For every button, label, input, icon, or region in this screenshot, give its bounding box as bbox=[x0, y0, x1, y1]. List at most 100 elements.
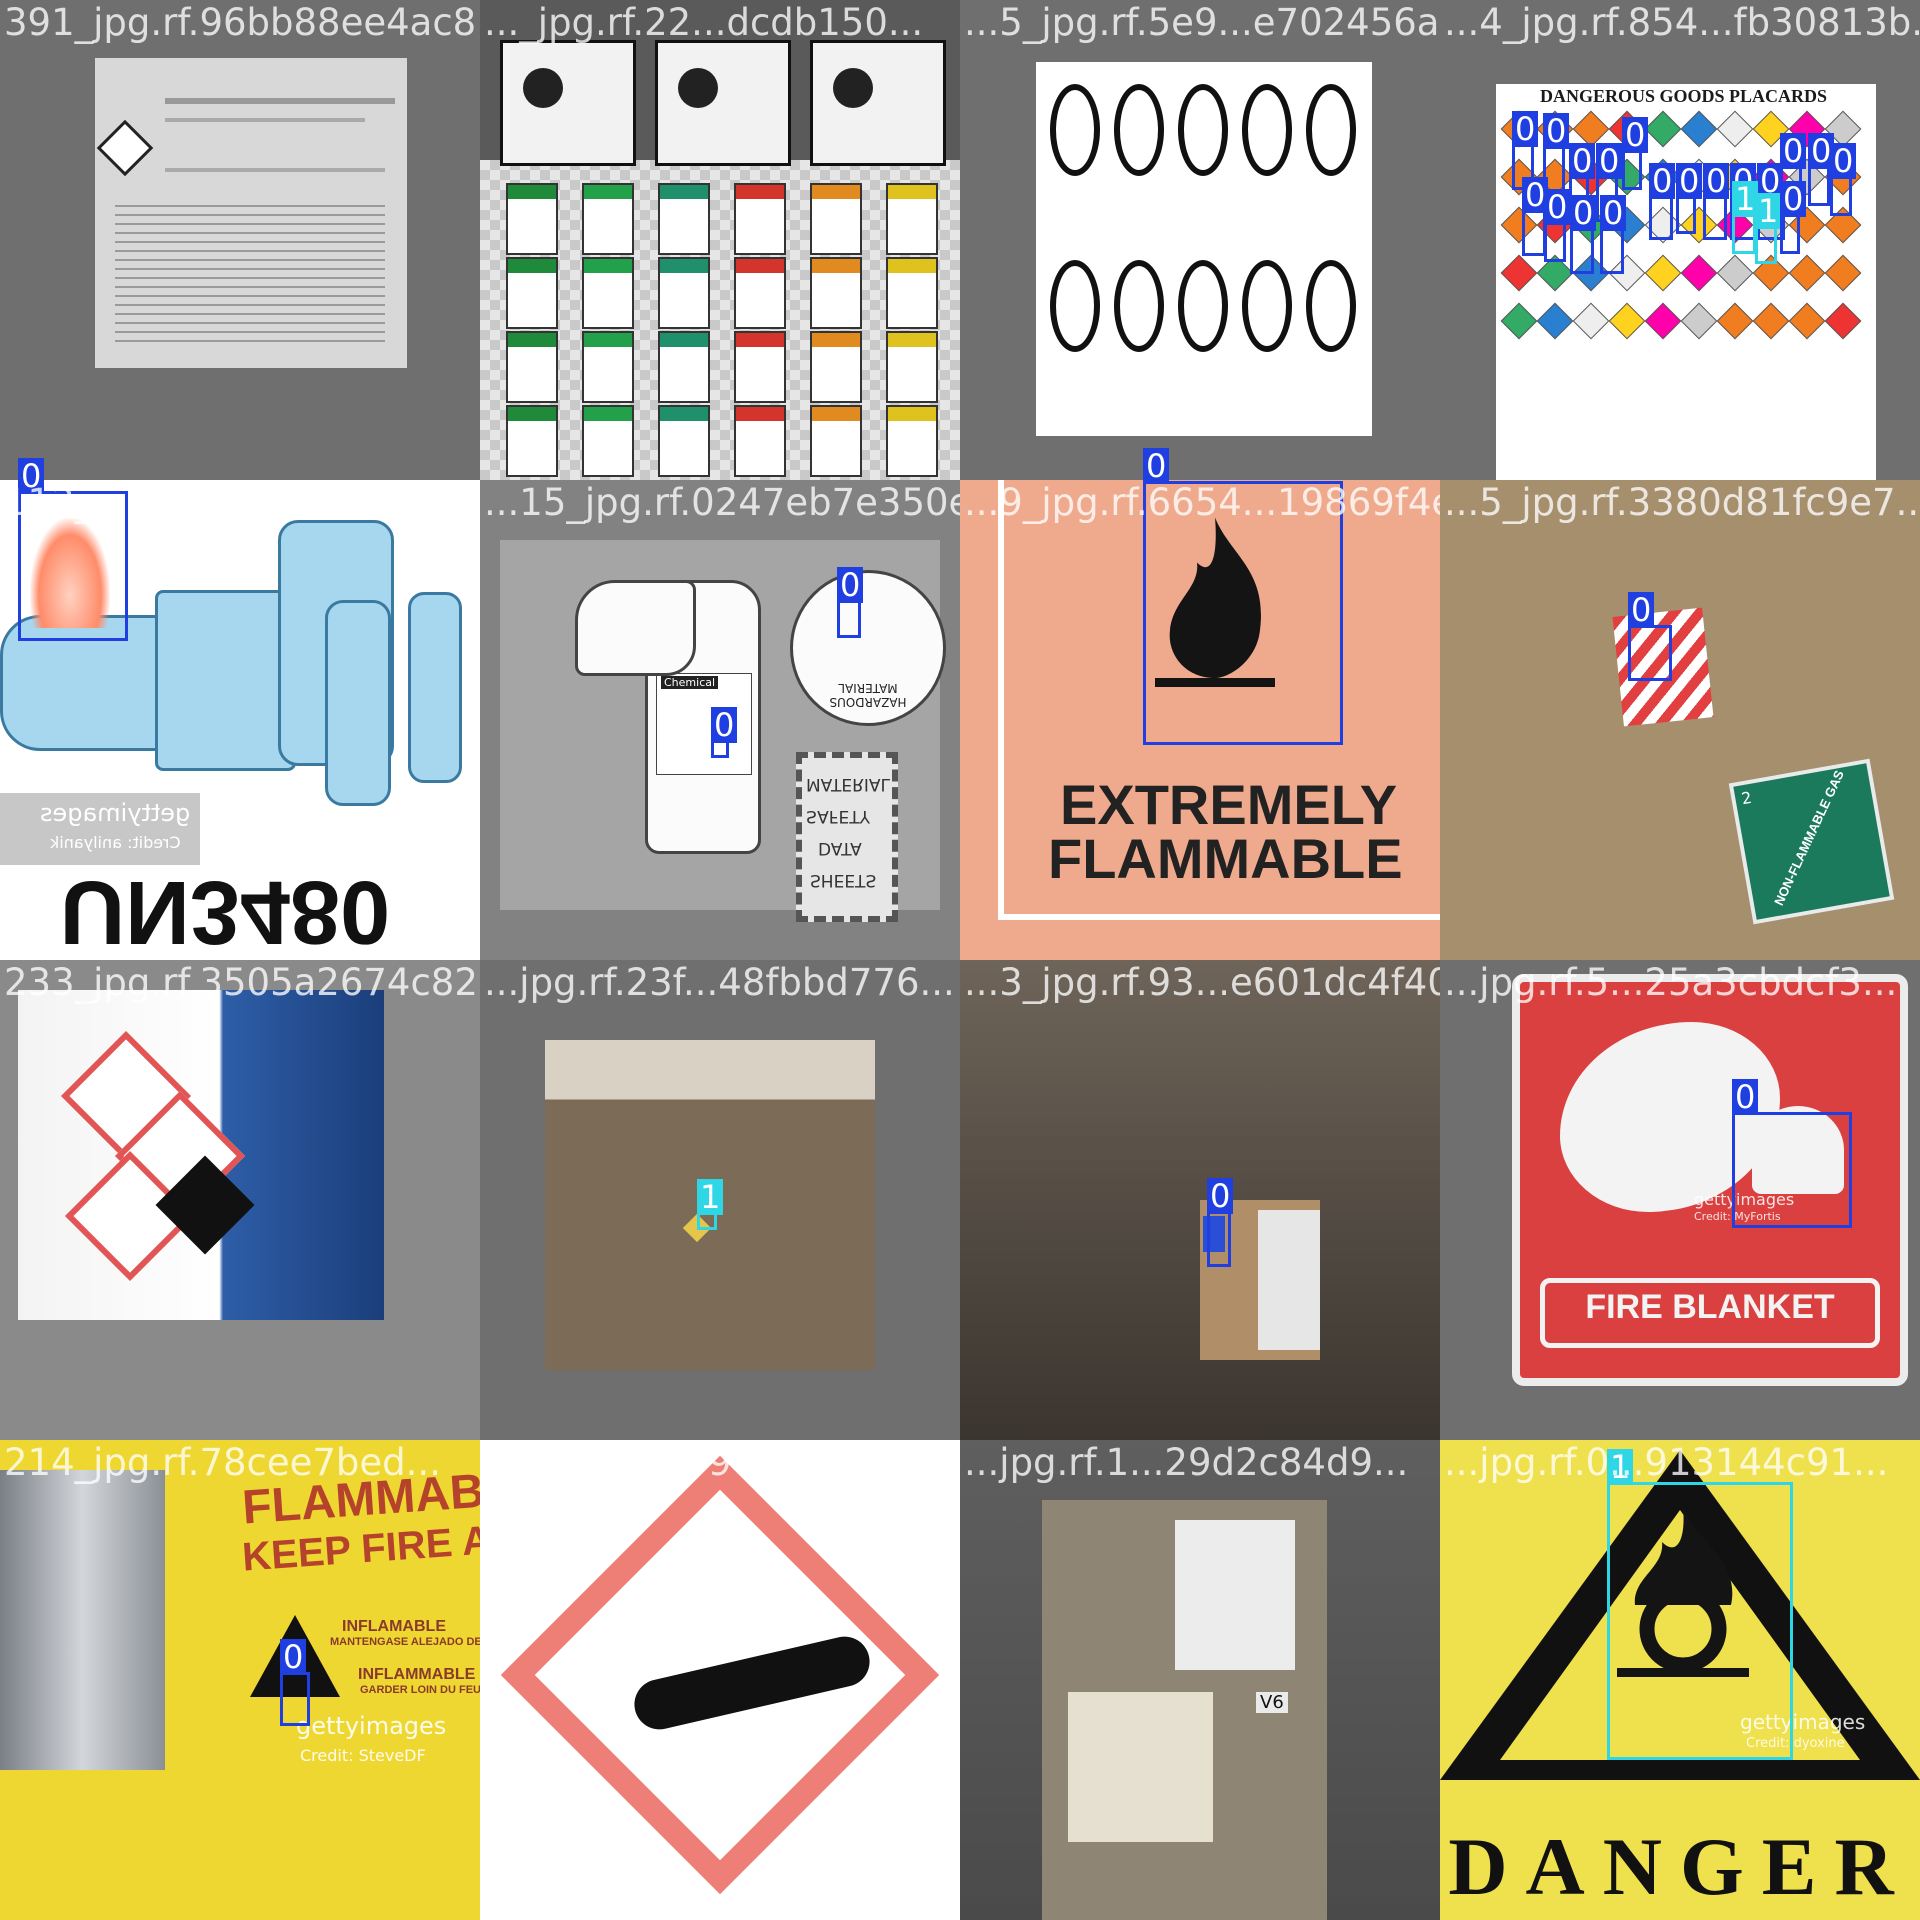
cabinet-line-6: GARDER LOIN DU FEU bbox=[360, 1684, 480, 1696]
tile-14[interactable]: V6 ...jpg.rf.1...29d2c84d9... bbox=[960, 1440, 1440, 1920]
watermark-text: gettyimages bbox=[1694, 1190, 1795, 1209]
poster-title: DANGEROUS GOODS PLACARDS bbox=[1540, 86, 1828, 106]
food-badge-icon bbox=[1306, 84, 1356, 176]
file-name: ...4_jpg.rf.854...fb30813b... bbox=[1444, 1, 1920, 44]
placard-diamond bbox=[1572, 254, 1610, 292]
placard-diamond bbox=[1716, 158, 1754, 196]
file-name: ...9_jpg.rf.6654...19869f4efa... bbox=[964, 481, 1440, 524]
mini-label bbox=[660, 185, 708, 253]
placard-diamond bbox=[1752, 302, 1790, 340]
file-name: ...jpg.rf.23f...48fbbd776... bbox=[484, 961, 955, 1004]
placard-diamond bbox=[1788, 254, 1826, 292]
file-name: 233_jpg.rf.3505a2674c8266... bbox=[4, 961, 480, 1004]
tile-11[interactable]: FIRE BLANKET gettyimages Credit: MyForti… bbox=[1440, 960, 1920, 1440]
mini-label bbox=[888, 259, 936, 327]
battery-small bbox=[408, 592, 462, 783]
watermark-text: gettyimages bbox=[40, 799, 191, 827]
watermark-panel: gettyimages Credit: anilyanik bbox=[0, 793, 200, 865]
tile-10[interactable]: ...3_jpg.rf.93...e601dc4f40... bbox=[960, 960, 1440, 1440]
placard-diamond bbox=[1788, 302, 1826, 340]
mini-label bbox=[812, 185, 860, 253]
qr-sheet bbox=[1175, 1520, 1295, 1670]
qr-card bbox=[1258, 1210, 1320, 1350]
placard-diamond bbox=[1536, 302, 1574, 340]
gloved-hand bbox=[575, 580, 696, 676]
food-badge-icon bbox=[1114, 260, 1164, 352]
sds-panel bbox=[95, 58, 407, 368]
cabinet-line-3: INFLAMABLE bbox=[342, 1618, 446, 1635]
food-badge-icon bbox=[1242, 84, 1292, 176]
placard-diamond bbox=[1572, 110, 1610, 148]
placard-diamond bbox=[1680, 158, 1718, 196]
food-badge-icon bbox=[1242, 260, 1292, 352]
watermark-text: gettyimages bbox=[1740, 1710, 1866, 1734]
mini-label bbox=[736, 185, 784, 253]
placard-diamond bbox=[1824, 110, 1862, 148]
cabinet-line-4: MANTENGASE ALEJADO DEL FUEGO bbox=[330, 1636, 480, 1648]
food-badge-icon bbox=[1178, 260, 1228, 352]
mini-label bbox=[508, 259, 556, 327]
tile-0[interactable]: 391_jpg.rf.96bb88ee4ac815... bbox=[0, 0, 480, 480]
mini-label bbox=[736, 259, 784, 327]
file-name: ...5_jpg.rf.5e9...e702456ae... bbox=[964, 1, 1440, 44]
tile-3[interactable]: DANGEROUS GOODS PLACARDS ...4_jpg.rf.854… bbox=[1440, 0, 1920, 480]
battery-box bbox=[155, 590, 296, 771]
placard-diamond bbox=[1572, 158, 1610, 196]
room-photo bbox=[545, 1040, 875, 1370]
placard-diamond bbox=[1752, 254, 1790, 292]
placard-diamond bbox=[1824, 158, 1862, 196]
placard-diamond bbox=[1536, 254, 1574, 292]
tile-15[interactable]: gettyimages Credit: dyoxine DANGER ...jp… bbox=[1440, 1440, 1920, 1920]
mini-label bbox=[812, 333, 860, 401]
tile-7[interactable]: 2 NON-FLAMMABLE GAS ...5_jpg.rf.3380d81f… bbox=[1440, 480, 1920, 960]
bottle-label: Chemical bbox=[656, 673, 752, 775]
cabinet-line-5: INFLAMMABLE bbox=[358, 1666, 476, 1683]
placard-diamond bbox=[1788, 158, 1826, 196]
placard-diamond bbox=[1500, 206, 1538, 244]
file-name: 214_jpg.rf.78cee7bed... bbox=[4, 1441, 441, 1484]
tile-1[interactable]: ..._jpg.rf.22...dcdb150... bbox=[480, 0, 960, 480]
mini-label bbox=[584, 407, 632, 475]
placard-diamond bbox=[1752, 206, 1790, 244]
placard-diamond bbox=[1644, 110, 1682, 148]
placard-diamond bbox=[1644, 206, 1682, 244]
danger-word: DANGER bbox=[1448, 1821, 1912, 1912]
tile-2[interactable]: ...5_jpg.rf.5e9...e702456ae... bbox=[960, 0, 1440, 480]
food-badge-icon bbox=[1178, 84, 1228, 176]
tile-12[interactable]: FLAMMABLE KEEP FIRE AWAY INFLAMABLE MANT… bbox=[0, 1440, 480, 1920]
placard-diamond bbox=[1716, 254, 1754, 292]
mini-label bbox=[508, 333, 556, 401]
tile-4[interactable]: gettyimages Credit: anilyanik UN3480 113… bbox=[0, 480, 480, 960]
placard-diamond bbox=[1536, 110, 1574, 148]
tile-5[interactable]: Chemical HAZARDOUS MATERIAL MATERIAL SAF… bbox=[480, 480, 960, 960]
placard-diamond bbox=[1680, 206, 1718, 244]
flame-icon bbox=[1752, 1106, 1844, 1194]
skull-sign-3 bbox=[810, 40, 946, 166]
food-badge-icon bbox=[1050, 260, 1100, 352]
placard-diamond bbox=[1716, 302, 1754, 340]
placard-diamond bbox=[1644, 302, 1682, 340]
placard-diamond bbox=[1608, 302, 1646, 340]
placard-diamond bbox=[1608, 158, 1646, 196]
placard-diamond bbox=[1824, 254, 1862, 292]
file-name: ...jpg.rf.1...29d2c84d9... bbox=[964, 1441, 1409, 1484]
file-name: 113_jpg.rf.7569178e6b9334c... bbox=[4, 481, 480, 524]
food-badge-icon bbox=[1306, 260, 1356, 352]
placard-diamond bbox=[1500, 254, 1538, 292]
tile-13[interactable]: ...jpg.rf.3...096253eb... bbox=[480, 1440, 960, 1920]
file-name: ...jpg.rf.3...096253eb... bbox=[484, 1441, 908, 1484]
flame-icon bbox=[1155, 517, 1275, 687]
placard-diamond bbox=[1572, 302, 1610, 340]
placard-diamond bbox=[1500, 110, 1538, 148]
file-name: ...jpg.rf.5...25a3cbdcf3... bbox=[1444, 961, 1898, 1004]
file-name: 391_jpg.rf.96bb88ee4ac815... bbox=[4, 1, 480, 44]
un-code: UN3480 bbox=[60, 862, 391, 960]
tile-6[interactable]: EXTREMELY FLAMMABLE ...9_jpg.rf.6654...1… bbox=[960, 480, 1440, 960]
watermark-text: gettyimages bbox=[296, 1712, 447, 1740]
mini-label bbox=[812, 407, 860, 475]
tile-8[interactable]: 233_jpg.rf.3505a2674c8266... bbox=[0, 960, 480, 1440]
blanket-label: FIRE BLANKET bbox=[1585, 1288, 1835, 1326]
ghs-pictogram bbox=[96, 119, 154, 177]
tile-9[interactable]: ...jpg.rf.23f...48fbbd776... bbox=[480, 960, 960, 1440]
placard-diamond bbox=[1752, 158, 1790, 196]
